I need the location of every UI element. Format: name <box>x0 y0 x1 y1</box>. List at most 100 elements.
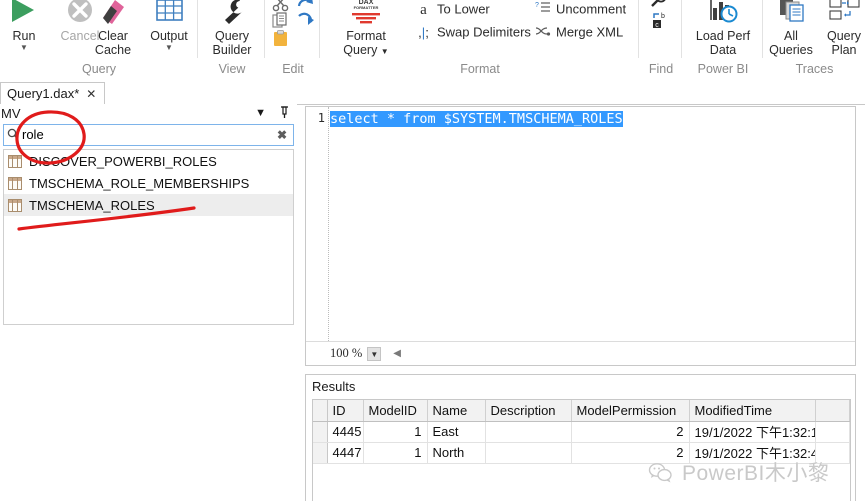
cell-modelpermission[interactable]: 2 <box>571 421 690 443</box>
svg-text:?: ? <box>535 2 539 9</box>
table-icon <box>8 198 22 212</box>
replace-button[interactable]: b c <box>652 12 670 35</box>
ribbon-group-traces: All Queries Query Plan Traces <box>764 0 865 82</box>
table-icon <box>8 154 22 168</box>
column-header-modelpermission[interactable]: ModelPermission <box>571 400 690 422</box>
line-number: 1 <box>317 111 325 125</box>
chevron-down-icon: ▼ <box>165 43 173 52</box>
load-perf-data-label: Load Perf Data <box>695 29 751 57</box>
group-label-find: Find <box>648 62 674 76</box>
group-separator <box>681 0 682 58</box>
cell-blank[interactable] <box>815 421 850 443</box>
list-item[interactable]: TMSCHEMA_ROLES <box>4 194 293 216</box>
query-builder-button[interactable]: Query Builder <box>202 0 262 57</box>
clear-search-icon[interactable]: ✖ <box>271 128 293 142</box>
cell-description[interactable] <box>485 421 572 443</box>
search-icon <box>4 128 22 143</box>
cell-description[interactable] <box>485 442 572 464</box>
wechat-icon <box>648 462 674 483</box>
cell-id[interactable]: 4447 <box>327 442 364 464</box>
tab-query1-dax[interactable]: Query1.dax* ✕ <box>0 82 106 104</box>
lowercase-a-icon: a <box>420 1 427 18</box>
close-icon[interactable]: ✕ <box>86 87 96 101</box>
list-item[interactable]: DISCOVER_POWERBI_ROLES <box>4 150 293 172</box>
clear-cache-button[interactable]: Clear Cache <box>85 0 141 57</box>
watermark-text: PowerBI木小黎 <box>682 462 830 485</box>
list-item[interactable]: TMSCHEMA_ROLE_MEMBERSHIPS <box>4 172 293 194</box>
query-plan-icon <box>820 0 865 26</box>
query-plan-label: Query Plan <box>826 29 862 57</box>
column-header-description[interactable]: Description <box>485 400 572 422</box>
clear-cache-label: Clear Cache <box>94 29 132 57</box>
table-icon <box>143 0 195 26</box>
run-button[interactable]: Run ▼ <box>0 0 48 52</box>
run-label: Run <box>12 29 36 43</box>
cell-modelid[interactable]: 1 <box>363 421 428 443</box>
ribbon-group-powerbi: Load Perf Data Power BI <box>683 0 763 82</box>
zoom-level-label: 100 % <box>330 346 363 360</box>
editor-code-area[interactable]: select * from $SYSTEM.TMSCHEMA_ROLES <box>330 111 853 127</box>
query-plan-button[interactable]: Query Plan <box>820 0 865 57</box>
format-query-label: Format Query ▼ <box>343 29 389 57</box>
zoom-dropdown-icon[interactable]: ▼ <box>367 346 382 361</box>
tab-label: Query1.dax* <box>7 86 80 101</box>
to-lower-item[interactable]: a To Lower <box>415 1 490 18</box>
merge-xml-item[interactable]: Merge XML <box>534 24 623 41</box>
uncomment-item[interactable]: ? Uncomment <box>534 1 627 18</box>
dmv-search-input[interactable] <box>22 126 271 144</box>
list-item-label: DISCOVER_POWERBI_ROLES <box>29 153 217 169</box>
cell-modelid[interactable]: 1 <box>363 442 428 464</box>
search-icon <box>651 0 666 7</box>
query-editor[interactable]: 1 select * from $SYSTEM.TMSCHEMA_ROLES 1… <box>305 106 856 366</box>
row-header[interactable] <box>313 442 328 464</box>
format-query-button[interactable]: DAX FORMATTER Format Query ▼ <box>335 0 397 59</box>
scissors-icon <box>272 0 289 12</box>
pin-icon[interactable] <box>280 105 289 121</box>
cell-name[interactable]: East <box>427 421 486 443</box>
undo-icon <box>297 0 313 7</box>
table-icon <box>8 176 22 190</box>
output-label: Output <box>150 29 188 43</box>
column-header-id[interactable]: ID <box>327 400 364 422</box>
group-separator <box>762 0 763 58</box>
redo-button[interactable] <box>296 12 314 34</box>
row-header-corner <box>313 400 328 422</box>
row-header[interactable] <box>313 421 328 443</box>
chevron-down-icon[interactable]: ▼ <box>255 107 266 119</box>
group-label-format: Format <box>460 62 500 76</box>
group-separator <box>638 0 639 58</box>
column-header-name[interactable]: Name <box>427 400 486 422</box>
query-builder-label: Query Builder <box>212 29 252 57</box>
cell-id[interactable]: 4445 <box>327 421 364 443</box>
table-row[interactable]: 4445 1 East 2 19/1/2022 下午1:32:16 <box>313 421 850 443</box>
output-button[interactable]: Output ▼ <box>143 0 195 52</box>
column-header-modelid[interactable]: ModelID <box>363 400 428 422</box>
swap-delimiters-item[interactable]: ,|; Swap Delimiters <box>415 24 531 41</box>
scroll-left-icon[interactable]: ◀ <box>393 348 401 359</box>
column-header-blank[interactable] <box>815 400 850 422</box>
paste-button[interactable] <box>272 30 290 52</box>
ribbon-group-find: b c Find <box>640 0 682 82</box>
column-header-modifiedtime[interactable]: ModifiedTime <box>689 400 816 422</box>
table-header-row: ID ModelID Name Description ModelPermiss… <box>313 400 850 422</box>
paste-icon <box>274 30 287 46</box>
eraser-icon <box>85 0 141 26</box>
dax-studio-window: Run ▼ Cancel Clear Cache Output ▼ Query … <box>0 0 865 501</box>
ribbon: Run ▼ Cancel Clear Cache Output ▼ Query … <box>0 0 865 83</box>
all-queries-button[interactable]: All Queries <box>764 0 818 57</box>
group-label-view: View <box>218 62 246 76</box>
replace-icon: b c <box>653 13 665 29</box>
dmv-search-box[interactable]: ✖ <box>3 124 294 146</box>
load-perf-data-button[interactable]: Load Perf Data <box>687 0 759 57</box>
results-title: Results <box>312 379 356 394</box>
ribbon-group-edit: Edit <box>266 0 320 82</box>
cell-name[interactable]: North <box>427 442 486 464</box>
editor-zoom-bar: 100 % ▼ ◀ <box>306 341 855 365</box>
selected-code-text[interactable]: select * from $SYSTEM.TMSCHEMA_ROLES <box>330 111 623 127</box>
svg-text:b: b <box>661 13 665 20</box>
code-line[interactable]: select * from $SYSTEM.TMSCHEMA_ROLES <box>330 111 853 127</box>
play-icon <box>0 0 48 26</box>
cell-modifiedtime[interactable]: 19/1/2022 下午1:32:16 <box>689 421 816 443</box>
copy-icon <box>272 12 287 28</box>
dmv-list[interactable]: DISCOVER_POWERBI_ROLES TMSCHEMA_ROLE_MEM… <box>3 149 294 325</box>
